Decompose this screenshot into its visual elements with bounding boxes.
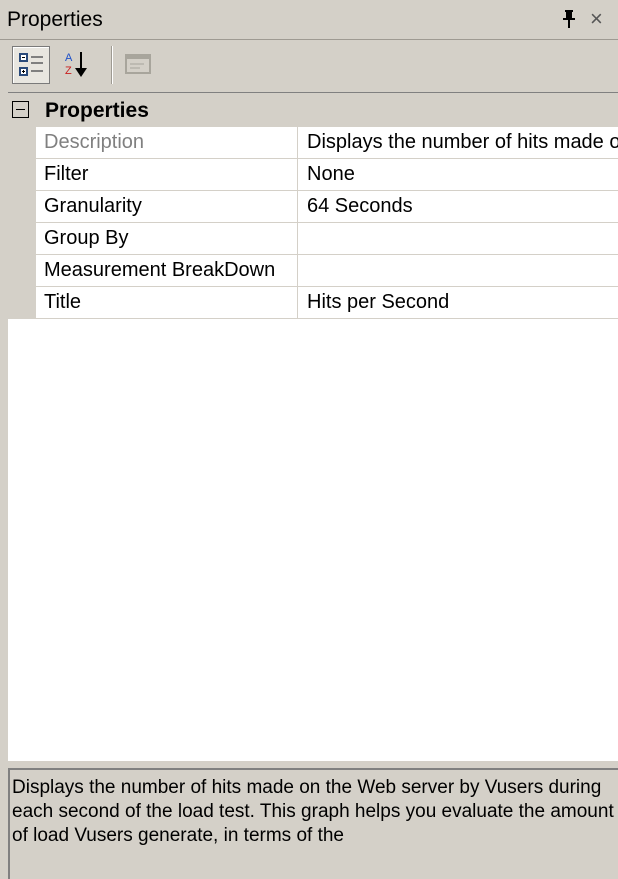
panel-title: Properties: [7, 8, 103, 31]
categorized-view-button[interactable]: [12, 46, 50, 84]
property-name: Title: [36, 287, 298, 319]
property-pages-icon: [125, 54, 151, 74]
toolbar-separator: [111, 46, 113, 84]
property-row-group-by[interactable]: Group By: [8, 223, 618, 255]
panel-left-edge: [0, 92, 8, 879]
row-gutter: [8, 191, 36, 223]
pin-icon[interactable]: [562, 9, 576, 29]
alphabetical-sort-button[interactable]: A Z: [58, 46, 96, 84]
row-gutter: [8, 159, 36, 191]
property-row-granularity[interactable]: Granularity 64 Seconds: [8, 191, 618, 223]
property-name: Granularity: [36, 191, 298, 223]
toolbar: A Z: [0, 40, 618, 92]
title-bar: Properties ×: [0, 0, 618, 40]
property-row-title[interactable]: Title Hits per Second: [8, 287, 618, 319]
property-row-measurement-breakdown[interactable]: Measurement BreakDown: [8, 255, 618, 287]
close-icon[interactable]: ×: [590, 8, 608, 30]
property-name: Group By: [36, 223, 298, 255]
property-value[interactable]: None: [298, 159, 618, 191]
property-row-description[interactable]: Description Displays the number of hits …: [8, 127, 618, 159]
property-value[interactable]: [298, 255, 618, 287]
description-pane: Displays the number of hits made on the …: [8, 768, 618, 879]
property-grid: Properties Description Displays the numb…: [8, 92, 618, 761]
description-text: Displays the number of hits made on the …: [12, 777, 614, 846]
category-row-properties[interactable]: Properties: [8, 93, 618, 127]
row-gutter: [8, 127, 36, 159]
row-gutter: [8, 255, 36, 287]
property-value[interactable]: [298, 223, 618, 255]
property-value[interactable]: Hits per Second: [298, 287, 618, 319]
categorized-icon: [19, 53, 43, 76]
property-value[interactable]: Displays the number of hits made on the …: [298, 127, 618, 159]
category-label: Properties: [45, 99, 149, 122]
property-name: Measurement BreakDown: [36, 255, 298, 287]
svg-text:Z: Z: [65, 65, 72, 77]
row-gutter: [8, 223, 36, 255]
property-pages-button[interactable]: [120, 46, 158, 84]
property-name: Filter: [36, 159, 298, 191]
property-row-filter[interactable]: Filter None: [8, 159, 618, 191]
properties-panel: Properties × A Z Properties Description …: [0, 0, 618, 879]
collapse-toggle-icon[interactable]: [12, 101, 29, 118]
row-gutter: [8, 287, 36, 319]
property-name: Description: [36, 127, 298, 159]
property-value[interactable]: 64 Seconds: [298, 191, 618, 223]
svg-text:A: A: [65, 52, 73, 64]
sort-az-icon: A Z: [65, 52, 87, 77]
